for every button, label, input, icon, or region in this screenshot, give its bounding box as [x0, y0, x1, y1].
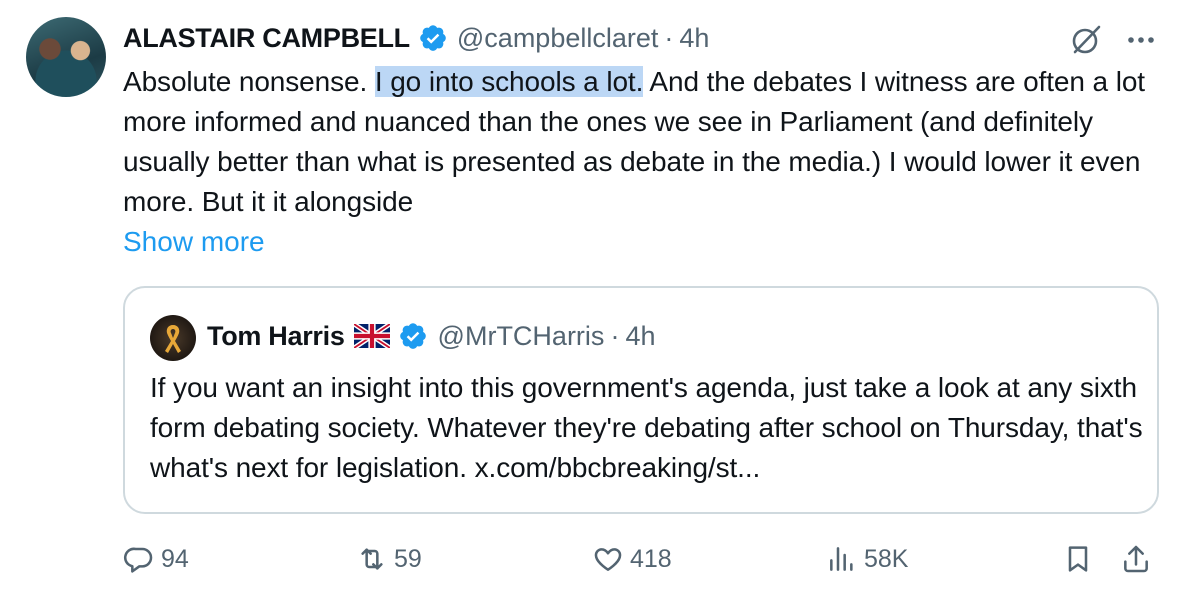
- like-button[interactable]: 418: [592, 536, 672, 582]
- highlighted-text: I go into schools a lot.: [374, 66, 644, 97]
- views-button[interactable]: 58K: [826, 536, 908, 582]
- tweet-header: ALASTAIR CAMPBELL @campbellclaret · 4h: [123, 18, 709, 58]
- reply-icon: [123, 547, 153, 573]
- quoted-tweet-card[interactable]: Tom Harris @MrTCHarris · 4h If you want …: [123, 286, 1159, 514]
- verified-badge-icon: [420, 25, 446, 51]
- quoted-tweet-time: 4h: [625, 320, 656, 351]
- views-icon: [830, 547, 853, 571]
- bookmark-icon: [1068, 546, 1088, 572]
- quoted-author-avatar: [150, 315, 196, 361]
- share-button[interactable]: [1120, 536, 1152, 582]
- tweet-text: Absolute nonsense. I go into schools a l…: [123, 62, 1163, 222]
- grok-icon[interactable]: [1068, 22, 1104, 58]
- share-icon: [1124, 545, 1148, 573]
- separator-dot: ·: [610, 320, 620, 351]
- reply-button[interactable]: 94: [123, 536, 189, 582]
- like-count: 418: [630, 544, 672, 573]
- author-name[interactable]: ALASTAIR CAMPBELL: [123, 23, 410, 54]
- ribbon-icon: [165, 325, 181, 353]
- action-bar: 94 59 418 58K: [0, 536, 1180, 582]
- quoted-author-handle: @MrTCHarris: [437, 320, 605, 351]
- author-handle[interactable]: @campbellclaret: [457, 23, 659, 54]
- uk-flag-icon: [353, 324, 390, 348]
- author-avatar[interactable]: [26, 17, 106, 97]
- more-icon[interactable]: [1124, 26, 1158, 54]
- views-count: 58K: [864, 544, 909, 573]
- verified-badge-icon: [399, 323, 426, 349]
- reply-count: 94: [161, 544, 189, 573]
- bookmark-button[interactable]: [1062, 536, 1094, 582]
- quoted-tweet-text: If you want an insight into this governm…: [150, 372, 1143, 483]
- repost-icon: [361, 548, 383, 570]
- separator-dot: ·: [664, 22, 674, 53]
- tweet-text-start: Absolute nonsense.: [123, 66, 375, 97]
- repost-button[interactable]: 59: [356, 536, 422, 582]
- heart-icon: [594, 548, 622, 571]
- tweet-time[interactable]: 4h: [679, 23, 709, 54]
- quoted-tweet-header: Tom Harris @MrTCHarris · 4h: [207, 316, 655, 356]
- repost-count: 59: [394, 544, 422, 573]
- show-more-link[interactable]: Show more: [123, 222, 265, 262]
- quoted-author-name: Tom Harris: [207, 320, 345, 351]
